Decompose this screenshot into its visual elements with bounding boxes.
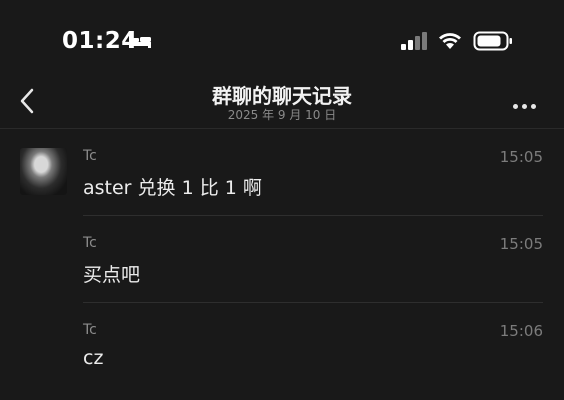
page-subtitle: 2025 年 9 月 10 日	[227, 108, 337, 122]
avatar[interactable]	[20, 148, 67, 195]
wifi-icon	[439, 33, 461, 49]
status-bar: 01:24	[0, 0, 564, 72]
message-text: cz	[83, 347, 104, 369]
sender-name: Tc	[83, 148, 97, 164]
message-text: 买点吧	[83, 264, 141, 286]
ellipsis-icon[interactable]	[513, 94, 543, 109]
message-time: 15:05	[499, 148, 543, 166]
message-time: 15:05	[499, 235, 543, 253]
bed-icon	[129, 35, 151, 48]
battery-icon	[473, 31, 512, 51]
message-time: 15:06	[499, 322, 543, 340]
message-item[interactable]: Tc 15:05 买点吧	[0, 216, 564, 303]
message-item[interactable]: Tc 15:05 aster 兑换 1 比 1 啊	[0, 129, 564, 216]
nav-bar: 群聊的聊天记录 2025 年 9 月 10 日	[0, 72, 564, 129]
chat-history-screen: 01:24 群聊的聊天记录 2025 年 9 月 10 日 Tc 15:05 a…	[0, 0, 564, 400]
status-time: 01:24	[62, 28, 138, 54]
message-text: aster 兑换 1 比 1 啊	[83, 177, 262, 199]
signal-icon	[401, 32, 427, 50]
sender-name: Tc	[83, 322, 97, 338]
page-title: 群聊的聊天记录	[212, 84, 352, 108]
message-list: Tc 15:05 aster 兑换 1 比 1 啊 Tc 15:05 买点吧 T…	[0, 129, 564, 390]
message-item[interactable]: Tc 15:06 cz	[0, 303, 564, 390]
sender-name: Tc	[83, 235, 97, 251]
